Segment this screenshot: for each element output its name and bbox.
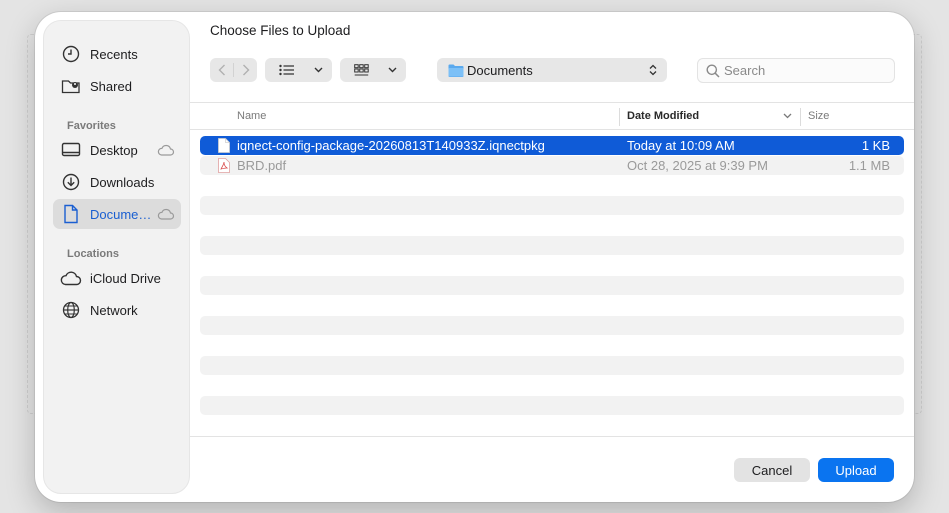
- cancel-button[interactable]: Cancel: [734, 458, 810, 482]
- file-row[interactable]: BRD.pdf Oct 28, 2025 at 9:39 PM 1.1 MB: [200, 156, 904, 175]
- search-icon: [706, 64, 720, 78]
- sidebar: Recents Shared Favorites Desktop Downloa…: [43, 20, 190, 494]
- cloud-icon: [157, 144, 175, 156]
- shared-folder-icon: [60, 76, 82, 96]
- file-date: Oct 28, 2025 at 9:39 PM: [627, 158, 768, 173]
- empty-row-stripe: [200, 356, 904, 375]
- sidebar-item-shared[interactable]: Shared: [53, 71, 181, 101]
- sidebar-item-network[interactable]: Network: [53, 295, 181, 325]
- file-name: BRD.pdf: [237, 158, 287, 173]
- downloads-icon: [60, 172, 82, 192]
- empty-row-stripe: [200, 236, 904, 255]
- chevron-down-icon: [314, 67, 323, 73]
- locations-heading: Locations: [67, 248, 119, 260]
- file-row-selected[interactable]: iqnect-config-package-20260813T140933Z.i…: [200, 136, 904, 155]
- chevron-right-icon: [242, 64, 249, 76]
- chevron-down-icon: [388, 67, 397, 73]
- location-label: Documents: [467, 62, 533, 78]
- sidebar-item-label: Recents: [90, 46, 138, 62]
- sort-chevron-icon: [783, 113, 792, 119]
- file-size: 1 KB: [861, 138, 890, 153]
- sidebar-item-label: Docume…: [90, 206, 152, 222]
- sidebar-item-downloads[interactable]: Downloads: [53, 167, 181, 197]
- empty-row-stripe: [200, 196, 904, 215]
- file-upload-dialog: Recents Shared Favorites Desktop Downloa…: [35, 12, 914, 502]
- back-forward-buttons: [210, 58, 257, 82]
- column-header-name[interactable]: Name: [237, 110, 266, 122]
- back-button[interactable]: [210, 64, 233, 76]
- list-view-menu-button[interactable]: [265, 58, 332, 82]
- sidebar-item-label: Downloads: [90, 174, 155, 190]
- favorites-heading: Favorites: [67, 120, 116, 132]
- up-down-chevron-icon: [649, 64, 657, 76]
- dialog-title: Choose Files to Upload: [210, 23, 351, 38]
- cloud-icon: [157, 208, 175, 220]
- column-header-size[interactable]: Size: [808, 110, 829, 122]
- list-view-icon: [279, 64, 295, 76]
- column-divider: [800, 108, 801, 126]
- search-placeholder: Search: [724, 63, 766, 78]
- column-header-date-modified[interactable]: Date Modified: [627, 110, 699, 122]
- sidebar-item-icloud-drive[interactable]: iCloud Drive: [53, 263, 181, 293]
- location-popup-button[interactable]: Documents: [437, 58, 667, 82]
- forward-button[interactable]: [234, 64, 257, 76]
- file-date: Today at 10:09 AM: [627, 138, 735, 153]
- file-size: 1.1 MB: [848, 158, 890, 173]
- folder-icon: [448, 64, 464, 77]
- column-header-row: Name Date Modified Size: [190, 102, 914, 130]
- chevron-left-icon: [218, 64, 225, 76]
- column-divider: [619, 108, 620, 126]
- grid-view-menu-button[interactable]: [340, 58, 406, 82]
- document-icon: [60, 204, 82, 224]
- search-field[interactable]: Search: [697, 58, 895, 83]
- empty-row-stripe: [200, 276, 904, 295]
- sidebar-item-label: Shared: [90, 78, 132, 94]
- grid-view-icon: [354, 63, 369, 77]
- sidebar-item-label: Network: [90, 302, 138, 318]
- icloud-icon: [60, 268, 82, 288]
- file-name: iqnect-config-package-20260813T140933Z.i…: [237, 138, 545, 153]
- network-icon: [60, 300, 82, 320]
- sidebar-item-documents[interactable]: Docume…: [53, 199, 181, 229]
- sidebar-item-label: iCloud Drive: [90, 270, 161, 286]
- clock-icon: [60, 44, 82, 64]
- upload-button[interactable]: Upload: [818, 458, 894, 482]
- sidebar-item-recents[interactable]: Recents: [53, 39, 181, 69]
- sidebar-item-desktop[interactable]: Desktop: [53, 135, 181, 165]
- empty-row-stripe: [200, 316, 904, 335]
- desktop-icon: [60, 140, 82, 160]
- pdf-file-icon: [218, 158, 230, 176]
- footer-divider: [190, 436, 914, 437]
- sidebar-item-label: Desktop: [90, 142, 138, 158]
- file-icon: [218, 138, 230, 156]
- empty-row-stripe: [200, 396, 904, 415]
